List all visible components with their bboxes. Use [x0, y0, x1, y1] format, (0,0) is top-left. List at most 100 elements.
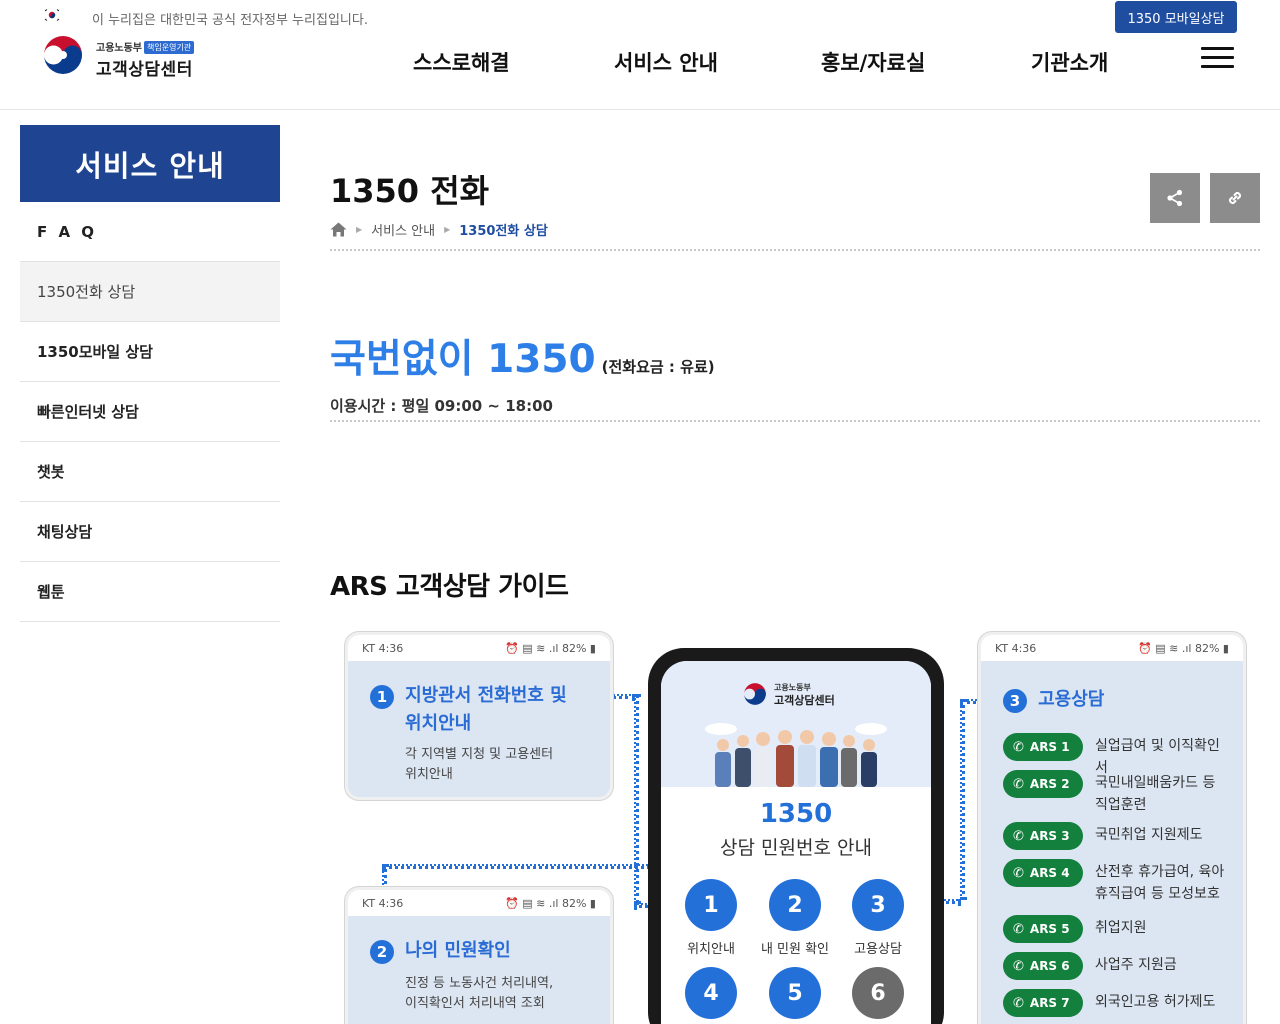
nav-self-help[interactable]: 스스로해결 [413, 47, 510, 77]
home-icon[interactable] [330, 222, 347, 237]
sidebar-item-mobile-counsel[interactable]: 1350모바일 상담 [20, 322, 280, 382]
gov-banner-text: 이 누리집은 대한민국 공식 전자정부 누리집입니다. [92, 13, 368, 28]
ars-card-location: KT 4:36 ⏰ ▤ ≋ .ıl 82% ▮ 1 지방관서 전화번호 및 위치… [345, 632, 613, 800]
site-header: 고용노동부 책임운영기관 고객상담센터 스스로해결 서비스 안내 홍보/자료실 기… [0, 34, 1280, 110]
ars-guide-illustration: KT 4:36 ⏰ ▤ ≋ .ıl 82% ▮ 1 지방관서 전화번호 및 위치… [330, 620, 1260, 1024]
share-icon [1167, 189, 1183, 207]
sidebar-menu: F A Q 1350전화 상담 1350모바일 상담 빠른인터넷 상담 챗봇 채… [20, 202, 280, 622]
ars-card-employment: KT 4:36 ⏰ ▤ ≋ .ıl 82% ▮ 3 고용상담 ✆ ARS 1 실업… [978, 632, 1246, 1024]
ars-item-text: 외국인고용 허가제도 [1095, 994, 1216, 1010]
breadcrumb-item[interactable]: 서비스 안내 [371, 220, 435, 239]
phone-icon: ✆ [1013, 739, 1024, 755]
nav-about[interactable]: 기관소개 [1031, 47, 1108, 77]
keypad-button-3[interactable]: 3 [852, 879, 904, 931]
link-icon [1228, 191, 1242, 205]
breadcrumb-current: 1350전화 상담 [459, 223, 548, 239]
sidebar-item-chat-counsel[interactable]: 채팅상담 [20, 502, 280, 562]
step-number-badge: 3 [1003, 688, 1027, 713]
step-number-badge: 2 [370, 939, 394, 964]
card-description-line2: 위치안내 [405, 766, 453, 782]
breadcrumb-separator-icon: ▶ [356, 224, 363, 234]
keypad-button-5[interactable]: 5 [769, 967, 821, 1019]
keypad-label-1: 위치안내 [687, 942, 735, 957]
nav-service-guide[interactable]: 서비스 안내 [614, 47, 718, 77]
sidebar-item-internet-counsel[interactable]: 빠른인터넷 상담 [20, 382, 280, 442]
headline-fee-note: (전화요금 : 유료) [601, 358, 715, 376]
card-description: 각 지역별 지청 및 고용센터 [405, 746, 554, 762]
ars-code-badge: ✆ ARS 2 [1003, 770, 1083, 798]
ars-item: ✆ ARS 5 취업지원 [1003, 915, 1225, 943]
keypad-button-2[interactable]: 2 [769, 879, 821, 931]
card-title: 나의 민원확인 [405, 940, 511, 961]
nav-pr-materials[interactable]: 홍보/자료실 [821, 47, 925, 77]
divider [330, 249, 1260, 251]
ars-item-text: 사업주 지원금 [1095, 957, 1177, 973]
site-logo[interactable]: 고용노동부 책임운영기관 고객상담센터 [42, 34, 212, 80]
phone-icon: ✆ [1013, 958, 1024, 974]
phone-subtitle: 상담 민원번호 안내 [720, 837, 872, 859]
ars-item-text: 국민내일배움카드 등 직업훈련 [1095, 775, 1216, 813]
keypad-label-3: 고용상담 [854, 942, 902, 957]
phone-number-1350: 1350 [759, 799, 833, 829]
government-emblem-icon [744, 683, 766, 705]
ars-item: ✆ ARS 2 국민내일배움카드 등 직업훈련 [1003, 770, 1225, 816]
phone-icon: ✆ [1013, 921, 1024, 937]
logo-badge: 책임운영기관 [144, 41, 195, 54]
logo-center-name: 고객상담센터 [96, 60, 193, 80]
status-time: KT 4:36 [362, 896, 404, 910]
divider [330, 420, 1260, 422]
page-title: 1350 전화 [330, 172, 490, 210]
share-button[interactable] [1150, 173, 1200, 223]
ars-code-badge: ✆ ARS 7 [1003, 989, 1083, 1017]
phone-mockup: 고용노동부 고객상담센터 1350 상담 민원번호 안내 1 2 3 위치안내 … [648, 648, 944, 1024]
card-description: 진정 등 노동사건 처리내역, [405, 975, 554, 991]
ars-item-text: 취업지원 [1095, 920, 1147, 936]
phone-status-bar: KT 4:36 ⏰ ▤ ≋ .ıl 82% ▮ [981, 635, 1243, 661]
status-battery: ⏰ ▤ ≋ .ıl 82% ▮ [1138, 641, 1229, 655]
keypad-button-4[interactable]: 4 [685, 967, 737, 1019]
ars-code-badge: ✆ ARS 1 [1003, 733, 1083, 761]
headline: 국번없이 1350 (전화요금 : 유료) [330, 328, 715, 384]
phone-status-bar: KT 4:36 ⏰ ▤ ≋ .ıl 82% ▮ [348, 635, 610, 661]
phone-header-illustration: 고용노동부 고객상담센터 [661, 661, 931, 787]
ars-code-badge: ✆ ARS 4 [1003, 859, 1083, 887]
card-title: 지방관서 전화번호 및 [405, 685, 567, 706]
counselors-illustration-icon [705, 723, 887, 787]
sidebar-item-chatbot[interactable]: 챗봇 [20, 442, 280, 502]
ars-item: ✆ ARS 6 사업주 지원금 [1003, 952, 1225, 980]
phone-icon: ✆ [1013, 776, 1024, 792]
phone-status-bar: KT 4:36 ⏰ ▤ ≋ .ıl 82% ▮ [348, 890, 610, 916]
keypad-button-6[interactable]: 6 [852, 967, 904, 1019]
breadcrumb: ▶ 서비스 안내 ▶ 1350전화 상담 [330, 219, 548, 239]
status-battery: ⏰ ▤ ≋ .ıl 82% ▮ [505, 641, 596, 655]
sidebar-item-webtoon[interactable]: 웹툰 [20, 562, 280, 622]
keypad-button-1[interactable]: 1 [685, 879, 737, 931]
logo-ministry-label: 고용노동부 책임운영기관 [96, 39, 195, 54]
sidebar-item-phone-counsel[interactable]: 1350전화 상담 [20, 262, 280, 322]
ars-item-text: 산전후 휴가급여, 육아 휴직급여 등 모성보호 [1095, 864, 1225, 902]
ars-card-my-complaint: KT 4:36 ⏰ ▤ ≋ .ıl 82% ▮ 2 나의 민원확인 진정 등 노… [345, 887, 613, 1024]
connector-line [634, 694, 639, 904]
ars-item-text: 국민취업 지원제도 [1095, 827, 1203, 843]
gov-banner: 이 누리집은 대한민국 공식 전자정부 누리집입니다. 1350 모바일상담 [0, 0, 1280, 34]
headline-main: 국번없이 1350 [330, 337, 596, 382]
status-time: KT 4:36 [995, 641, 1037, 655]
mobile-counsel-button[interactable]: 1350 모바일상담 [1115, 1, 1237, 33]
phone-icon: ✆ [1013, 995, 1024, 1011]
phone-icon: ✆ [1013, 828, 1024, 844]
phone-icon: ✆ [1013, 865, 1024, 881]
service-hours: 이용시간 : 평일 09:00 ~ 18:00 [330, 397, 553, 415]
ars-code-badge: ✆ ARS 5 [1003, 915, 1083, 943]
sidebar-item-faq[interactable]: F A Q [20, 202, 280, 262]
taegukgi-icon [43, 8, 61, 24]
ars-code-badge: ✆ ARS 6 [1003, 952, 1083, 980]
status-battery: ⏰ ▤ ≋ .ıl 82% ▮ [505, 896, 596, 910]
card-description-line2: 이직확인서 처리내역 조회 [405, 995, 545, 1011]
government-emblem-icon [43, 35, 83, 75]
menu-icon[interactable] [1201, 47, 1234, 70]
copy-link-button[interactable] [1210, 173, 1260, 223]
keypad-label-2: 내 민원 확인 [760, 942, 830, 957]
connector-line [960, 699, 965, 900]
phone-screen: 고용노동부 고객상담센터 1350 상담 민원번호 안내 1 2 3 위치안내 … [661, 661, 931, 1024]
breadcrumb-separator-icon: ▶ [444, 224, 451, 234]
